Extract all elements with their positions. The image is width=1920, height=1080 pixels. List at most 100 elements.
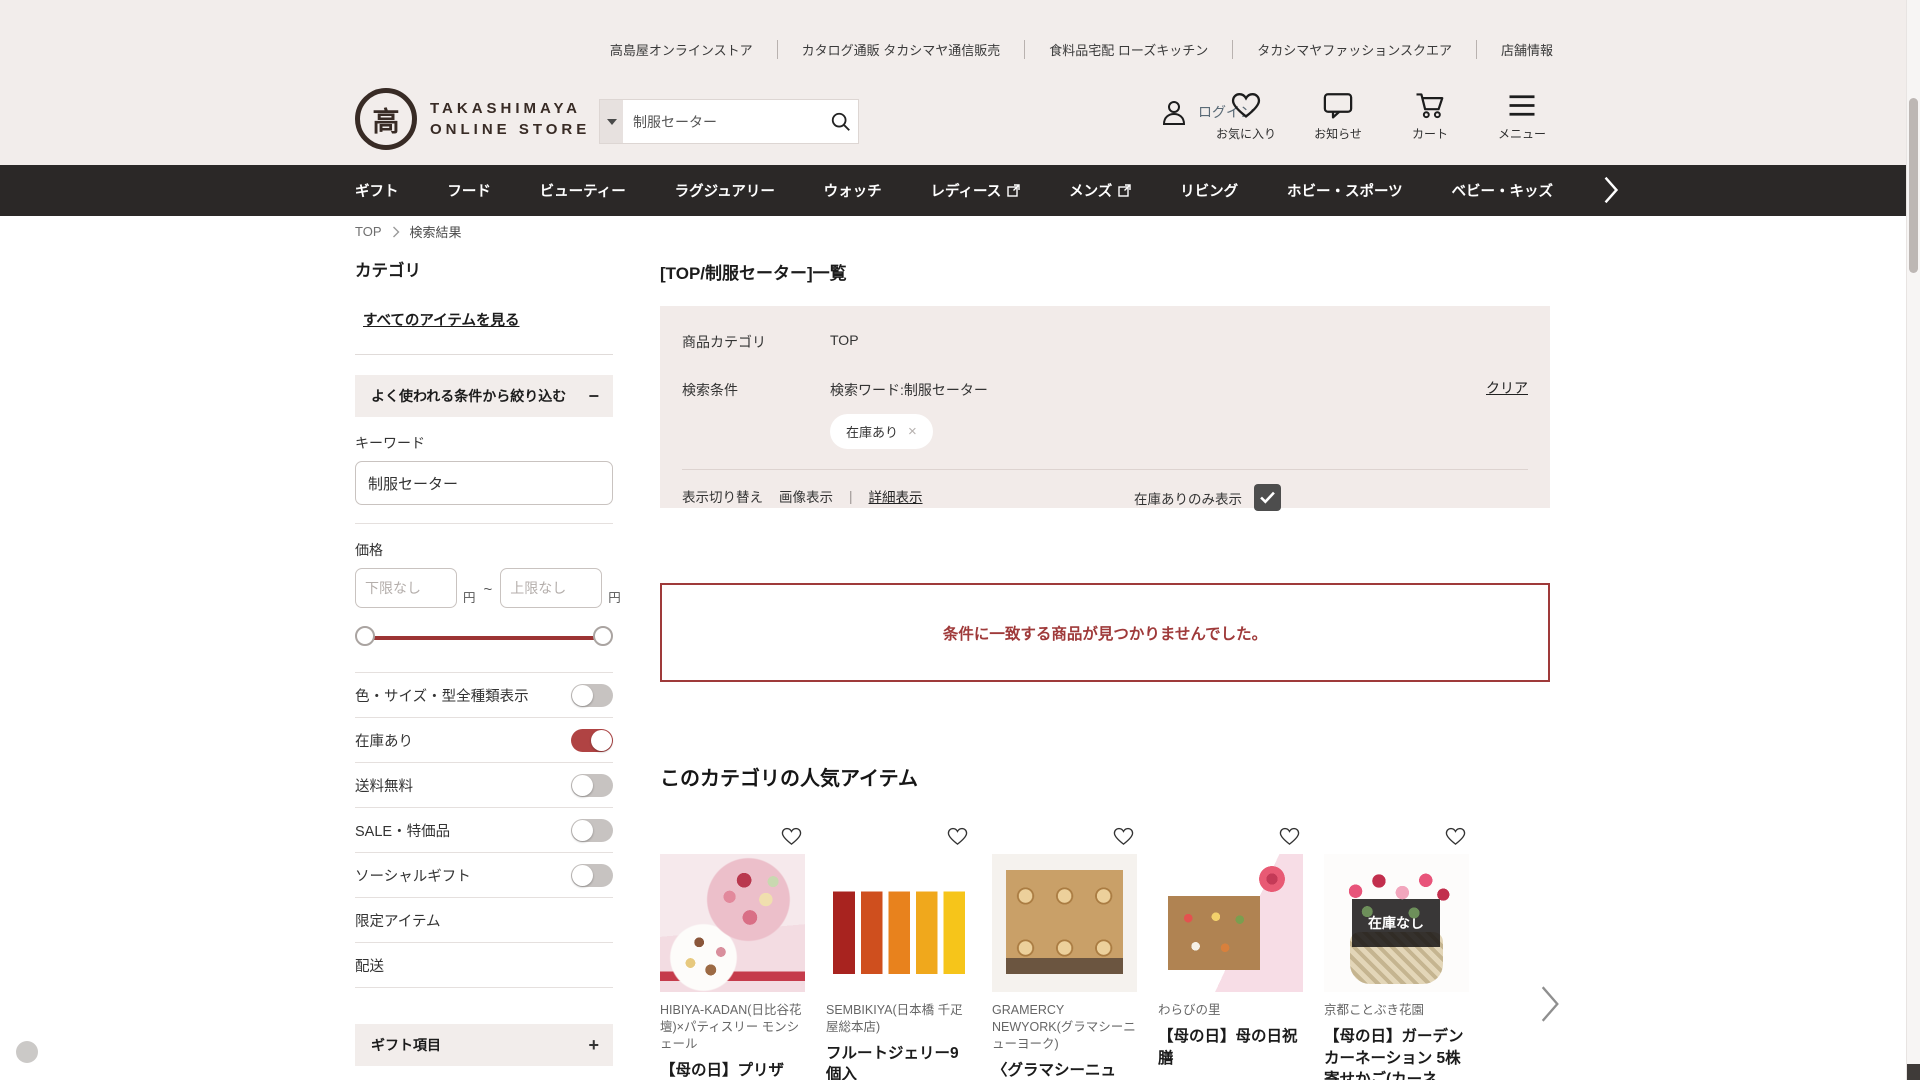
takashimaya-search-results-page: 高島屋オンラインストア カタログ通販 タカシマヤ通信販売 食料品宅配 ローズキッ… <box>0 0 1920 1080</box>
toggle-in-stock[interactable] <box>571 728 613 752</box>
filter-panel-title: よく使われる条件から絞り込む <box>371 388 567 404</box>
product-brand: GRAMERCY NEWYORK(グラマシーニューヨーク) <box>992 1003 1136 1051</box>
price-max-input[interactable] <box>500 568 603 608</box>
gift-section-header[interactable]: ギフト項目 + <box>355 1024 613 1066</box>
utility-link-store-info[interactable]: 店舗情報 <box>1475 40 1553 59</box>
display-detail-option[interactable]: 詳細表示 <box>869 486 923 506</box>
toggle-color-size[interactable] <box>571 683 613 707</box>
product-title: 【母の日】プリザ <box>660 1061 785 1079</box>
toggle-free-shipping[interactable] <box>571 773 613 797</box>
search-conditions-box: 商品カテゴリ TOP 検索条件 検索ワード:制服セーター クリア 在庫あり × … <box>660 306 1550 511</box>
utility-link-fashion-square[interactable]: タカシマヤファッションスクエア <box>1232 40 1476 59</box>
menu-label: メニュー <box>1497 127 1546 141</box>
nav-item-baby-kids[interactable]: ベビー・キッズ <box>1452 180 1554 201</box>
product-image[interactable] <box>660 854 805 992</box>
utility-link-rose-kitchen[interactable]: 食料品宅配 ローズキッチン <box>1024 40 1232 59</box>
header-area: 高島屋オンラインストア カタログ通販 タカシマヤ通信販売 食料品宅配 ローズキッ… <box>0 0 1920 165</box>
filter-row-social-gift[interactable]: ソーシャルギフト <box>355 853 613 898</box>
favorite-toggle[interactable] <box>660 827 805 846</box>
nav-item-gift[interactable]: ギフト <box>355 180 399 201</box>
slider-min-handle[interactable] <box>355 626 375 646</box>
product-title: 〈グラマシーニュ <box>992 1061 1117 1079</box>
product-card[interactable]: GRAMERCY NEWYORK(グラマシーニューヨーク) 〈グラマシーニュ <box>992 827 1137 1080</box>
stock-only-checkbox[interactable] <box>1254 484 1281 511</box>
cart-label: カート <box>1411 127 1448 141</box>
cart-button[interactable]: カート <box>1399 92 1461 142</box>
popular-items-carousel: HIBIYA-KADAN(日比谷花壇)×パティスリー モンシェール 【母の日】プ… <box>660 827 1550 1080</box>
product-card[interactable]: 在庫なし 京都ことぶき花園 【母の日】ガーデンカーネーション 5株寄せかご(カー… <box>1324 827 1469 1080</box>
divider <box>682 469 1528 470</box>
nav-item-watch[interactable]: ウォッチ <box>824 180 882 201</box>
keyword-input[interactable] <box>355 461 613 505</box>
toggle-social-gift[interactable] <box>571 863 613 887</box>
breadcrumb-top-link[interactable]: TOP <box>355 224 382 239</box>
divider <box>355 354 613 355</box>
favorite-toggle[interactable] <box>826 827 971 846</box>
category-label: 商品カテゴリ <box>682 334 766 350</box>
product-brand: 京都ことぶき花園 <box>1324 1003 1425 1017</box>
nav-item-hobby-sports[interactable]: ホビー・スポーツ <box>1287 180 1403 201</box>
search-input[interactable] <box>623 100 824 143</box>
search-button[interactable] <box>824 100 858 143</box>
breadcrumb-current: 検索結果 <box>409 225 462 240</box>
search-bar <box>599 99 859 144</box>
nav-item-mens[interactable]: メンズ <box>1069 180 1131 201</box>
nav-item-food[interactable]: フード <box>447 180 491 201</box>
favorites-button[interactable]: お気に入り <box>1215 92 1277 142</box>
notifications-button[interactable]: お知らせ <box>1307 92 1369 142</box>
product-image[interactable] <box>826 854 971 992</box>
toggle-sale[interactable] <box>571 818 613 842</box>
keyword-label: キーワード <box>355 435 425 451</box>
product-title: 【母の日】母の日祝膳 <box>1158 1027 1298 1067</box>
product-card[interactable]: SEMBIKIYA(日本橋 千疋屋総本店) フルートジェリー9個入 <box>826 827 971 1080</box>
filter-panel-header[interactable]: よく使われる条件から絞り込む − <box>355 375 613 417</box>
product-title: 【母の日】ガーデンカーネーション 5株寄せかご(カーネ <box>1324 1027 1464 1080</box>
filter-row-limited-items[interactable]: 限定アイテム <box>355 898 613 943</box>
search-category-dropdown[interactable] <box>600 100 623 143</box>
no-results-box: 条件に一致する商品が見つかりませんでした。 <box>660 583 1550 682</box>
filter-row-sale[interactable]: SALE・特価品 <box>355 808 613 853</box>
price-min-input[interactable] <box>355 568 457 608</box>
expand-plus-icon: + <box>588 1034 599 1055</box>
hamburger-menu-icon <box>1509 95 1535 116</box>
view-all-items-link[interactable]: すべてのアイテムを見る <box>363 309 519 330</box>
checkmark-icon <box>1260 491 1275 504</box>
breadcrumb: TOP 検索結果 <box>355 222 462 241</box>
nav-item-beauty[interactable]: ビューティー <box>540 180 626 201</box>
scrollbar-thumb[interactable] <box>1909 98 1918 273</box>
favorite-toggle[interactable] <box>1158 827 1303 846</box>
header-actions: お気に入り お知らせ カート メニュー <box>1215 92 1553 142</box>
filter-row-color-size[interactable]: 色・サイズ・型全種類表示 <box>355 673 613 718</box>
product-image[interactable] <box>1158 854 1303 992</box>
product-image[interactable] <box>992 854 1137 992</box>
favorite-toggle[interactable] <box>992 827 1137 846</box>
utility-link-catalog[interactable]: カタログ通販 タカシマヤ通信販売 <box>776 40 1025 59</box>
results-main: [TOP/制服セーター]一覧 商品カテゴリ TOP 検索条件 検索ワード:制服セ… <box>660 255 1550 1080</box>
product-title: フルートジェリー9個入 <box>826 1044 959 1080</box>
scrollbar-down-button[interactable] <box>1907 1064 1920 1080</box>
chip-remove-icon[interactable]: × <box>908 423 917 440</box>
carousel-next-button[interactable] <box>1540 985 1560 1023</box>
nav-item-luxury[interactable]: ラグジュアリー <box>675 180 775 201</box>
nav-item-living[interactable]: リビング <box>1180 180 1238 201</box>
stock-only-group: 在庫ありのみ表示 <box>1134 484 1281 511</box>
slider-track <box>365 636 603 640</box>
filter-row-delivery[interactable]: 配送 <box>355 943 613 988</box>
clear-conditions-link[interactable]: クリア <box>1486 378 1528 398</box>
product-card[interactable]: わらびの里 【母の日】母の日祝膳 <box>1158 827 1303 1080</box>
product-card[interactable]: HIBIYA-KADAN(日比谷花壇)×パティスリー モンシェール 【母の日】プ… <box>660 827 805 1080</box>
slider-max-handle[interactable] <box>593 626 613 646</box>
display-image-option[interactable]: 画像表示 <box>779 486 833 506</box>
price-label: 価格 <box>355 542 383 558</box>
nav-item-ladies[interactable]: レディース <box>930 180 1020 201</box>
filter-row-free-shipping[interactable]: 送料無料 <box>355 763 613 808</box>
chat-widget-button[interactable] <box>16 1041 38 1063</box>
filter-row-in-stock[interactable]: 在庫あり <box>355 718 613 763</box>
utility-link-online-store[interactable]: 高島屋オンラインストア <box>610 40 777 59</box>
favorite-toggle[interactable] <box>1324 827 1469 846</box>
nav-scroll-next-button[interactable] <box>1602 175 1620 205</box>
product-image[interactable]: 在庫なし <box>1324 854 1469 992</box>
yen-label: 円 <box>608 591 621 605</box>
menu-button[interactable]: メニュー <box>1491 92 1553 142</box>
takashimaya-logo[interactable]: 高 TAKASHIMAYA ONLINE STORE <box>355 88 590 150</box>
